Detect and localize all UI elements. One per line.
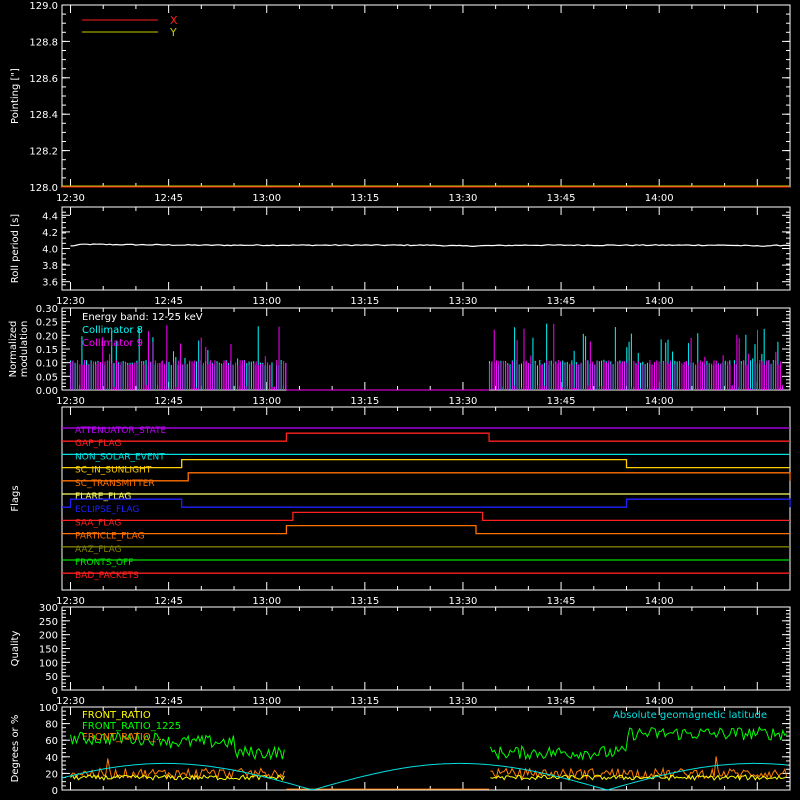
x-tick-label: 14:00: [645, 296, 674, 307]
x-tick-label: 13:30: [449, 696, 478, 707]
legend-label: FRONT_RATIO: [82, 710, 151, 721]
flag-label: FLARE_FLAG: [75, 492, 131, 502]
x-tick-label: 13:15: [350, 193, 379, 204]
x-tick-label: 13:00: [252, 596, 281, 607]
y-tick-label: 3.6: [42, 278, 58, 289]
y-tick-label: 0.25: [36, 318, 58, 329]
x-tick-label: 14:00: [645, 396, 674, 407]
flag-label: BAD_PACKETS: [75, 571, 139, 581]
flag-label: SC_IN_SUNLIGHT: [75, 466, 152, 476]
x-tick-label: 13:45: [547, 696, 576, 707]
x-tick-label: 14:00: [645, 193, 674, 204]
y-tick-label: 4.4: [42, 211, 58, 222]
y-tick-label: 129.0: [29, 1, 58, 12]
rhessi-quicklook-figure: 12:30 12:45 13:00 13:15 13:30 13:45 14:00 128.0…: [0, 0, 800, 800]
y-tick-label: 128.4: [29, 110, 58, 121]
y-axis-title: Normalized: [8, 321, 19, 378]
x-tick-label: 12:30: [56, 193, 85, 204]
x-tick-label: 13:00: [252, 296, 281, 307]
y-tick-label: 0.20: [36, 331, 58, 342]
y-tick-label: 3.8: [42, 261, 58, 272]
flag-label: PARTICLE_FLAG: [75, 532, 145, 542]
legend-label: Collimator 8: [82, 325, 143, 336]
y-axis-title: Quality: [10, 631, 21, 667]
x-tick-label: 13:30: [449, 596, 478, 607]
y-tick-label: 4.2: [42, 228, 58, 239]
y-tick-label: 150: [39, 645, 58, 656]
y-tick-label: 0.30: [36, 304, 58, 315]
y-axis-title: Flags: [10, 485, 21, 511]
legend-label-geomagnetic: Absolute geomagnetic latitude: [613, 710, 767, 721]
x-tick-label: 13:45: [547, 193, 576, 204]
flag-label: ECLIPSE_FLAG: [75, 505, 139, 515]
x-tick-label: 13:15: [350, 596, 379, 607]
y-axis-title: Roll period [s]: [10, 214, 21, 283]
energy-band-label: Energy band: 12-25 keV: [82, 312, 203, 323]
flag-label: SAA_FLAG: [75, 518, 121, 528]
x-tick-label: 12:30: [56, 696, 85, 707]
y-tick-label: 128.2: [29, 147, 58, 158]
x-tick-label: 12:45: [154, 696, 183, 707]
y-tick-label: 128.0: [29, 183, 58, 194]
flag-label: NON_SOLAR_EVENT: [75, 452, 165, 462]
x-tick-label: 12:45: [154, 193, 183, 204]
x-tick-label: 12:30: [56, 596, 85, 607]
y-tick-label: 300: [39, 603, 58, 614]
y-tick-label: 100: [39, 658, 58, 669]
x-tick-label: 14:00: [645, 596, 674, 607]
x-tick-label: 13:45: [547, 296, 576, 307]
y-tick-label: 0.05: [36, 372, 58, 383]
y-axis-title: Pointing ["]: [10, 68, 21, 124]
y-tick-label: 200: [39, 631, 58, 642]
x-tick-label: 12:30: [56, 396, 85, 407]
legend-label: FRONT_RATIO_1225: [82, 721, 181, 732]
y-tick-label: 0.00: [36, 386, 58, 397]
y-tick-label: 40: [45, 753, 58, 764]
legend-label: FRONT_RATIO_...: [82, 732, 165, 743]
x-tick-label: 13:00: [252, 396, 281, 407]
flag-label: SC_TRANSMITTER: [75, 479, 155, 489]
x-tick-label: 13:15: [350, 696, 379, 707]
x-tick-label: 13:45: [547, 396, 576, 407]
x-tick-label: 13:15: [350, 296, 379, 307]
y-tick-label: 20: [45, 769, 58, 780]
x-tick-label: 14:00: [645, 696, 674, 707]
x-tick-label: 13:00: [252, 193, 281, 204]
legend-label: Y: [169, 26, 177, 39]
x-tick-label: 13:00: [252, 696, 281, 707]
y-tick-label: 128.6: [29, 74, 58, 85]
flag-label: FRONTS_OFF: [75, 558, 133, 568]
x-tick-label: 12:45: [154, 396, 183, 407]
flag-label: GAP_FLAG: [75, 439, 121, 449]
y-tick-label: 50: [45, 672, 58, 683]
x-tick-label: 13:15: [350, 396, 379, 407]
y-tick-label: 60: [45, 736, 58, 747]
y-tick-label: 80: [45, 720, 58, 731]
flag-label: ATTENUATOR_STATE: [75, 426, 167, 436]
y-axis-title: modulation: [19, 321, 30, 378]
flag-label: AAZ_FLAG: [75, 545, 122, 555]
y-tick-label: 250: [39, 617, 58, 628]
x-tick-label: 12:45: [154, 596, 183, 607]
x-tick-label: 13:45: [547, 596, 576, 607]
x-tick-label: 13:30: [449, 396, 478, 407]
y-tick-label: 0: [52, 686, 58, 697]
y-axis-title: Degrees or %: [10, 715, 21, 783]
y-tick-label: 100: [39, 703, 58, 714]
y-tick-label: 0.10: [36, 359, 58, 370]
y-tick-label: 0: [52, 786, 58, 797]
x-tick-label: 12:45: [154, 296, 183, 307]
legend-label: Collimator 9: [82, 338, 143, 349]
y-tick-label: 0.15: [36, 345, 58, 356]
y-tick-label: 4.0: [42, 245, 58, 256]
x-tick-label: 13:30: [449, 296, 478, 307]
x-tick-label: 13:30: [449, 193, 478, 204]
x-tick-label: 12:30: [56, 296, 85, 307]
y-tick-label: 128.8: [29, 37, 58, 48]
